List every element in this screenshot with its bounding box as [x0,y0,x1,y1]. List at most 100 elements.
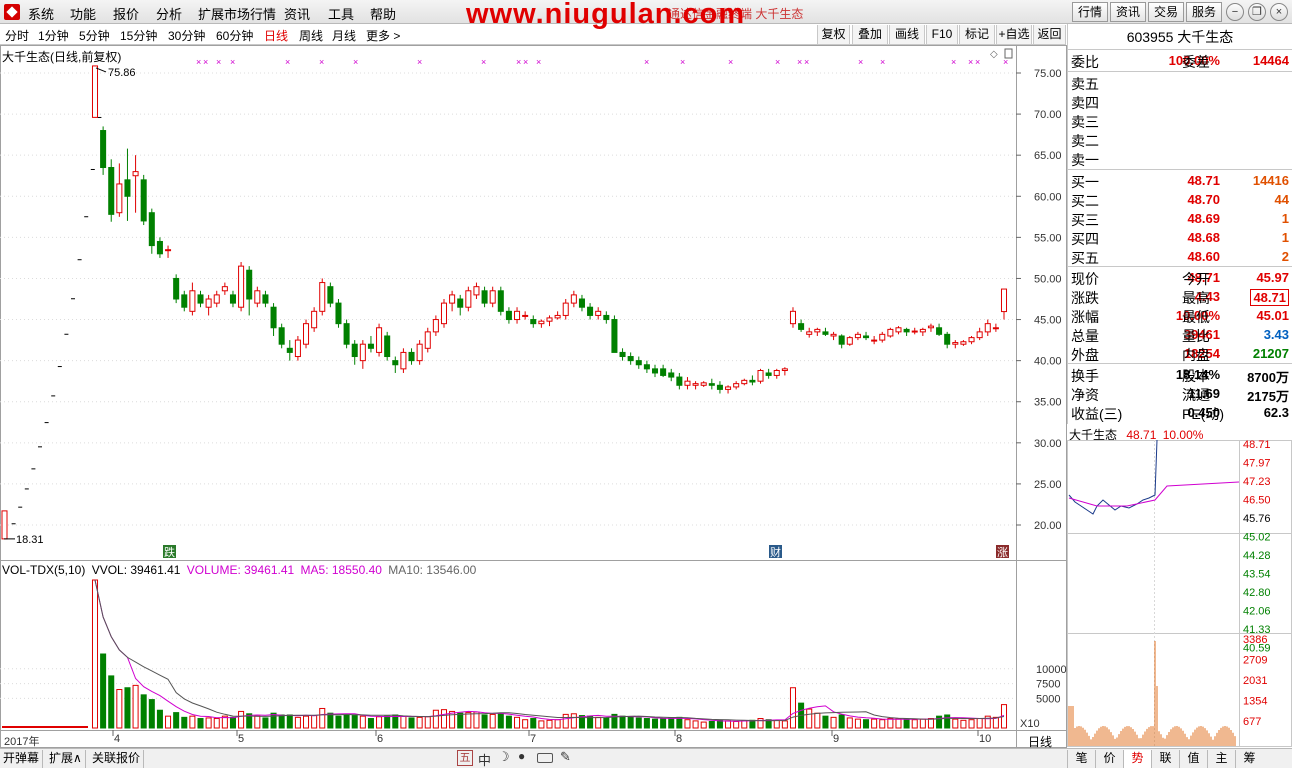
add-watchlist-button[interactable]: +自选 [996,25,1032,44]
stat-label: 外盘 [1071,347,1099,363]
mark-button[interactable]: 标记 [959,25,995,44]
side-tab-1[interactable]: 价 [1095,750,1123,768]
period-30min[interactable]: 30分钟 [168,27,205,44]
overlay-button[interactable]: 叠加 [852,25,888,44]
app-logo-icon[interactable] [4,4,20,20]
expand-button[interactable]: 扩展∧ [46,750,86,768]
volume-bar [384,715,391,729]
menu-quote[interactable]: 报价 [113,4,139,23]
stat-value-2: 45.01 [1256,308,1289,323]
candle-body [871,339,878,342]
side-tab-0[interactable]: 笔 [1067,750,1095,768]
news-button[interactable]: 资讯 [1110,2,1146,22]
candle-body [91,65,99,118]
side-tab-4[interactable]: 值 [1179,750,1207,768]
candle-body [846,337,853,345]
f10-button[interactable]: F10 [926,25,958,44]
y-tick-label: 75.00 [1034,68,1062,80]
side-tab-5[interactable]: 主 [1207,750,1235,768]
wrench-icon[interactable]: ✎ [560,749,571,765]
menu-tools[interactable]: 工具 [328,4,354,23]
candle-body [692,383,699,386]
close-icon[interactable]: × [1270,3,1288,21]
volume-bar [367,718,374,729]
period-daily[interactable]: 日线 [264,27,288,44]
event-marker: × [680,57,685,67]
draw-line-button[interactable]: 画线 [889,25,925,44]
candle-body [229,294,236,304]
candle-body [554,314,561,319]
vol-volume: VOLUME: 39461.41 [186,563,295,577]
period-1min[interactable]: 1分钟 [38,27,69,44]
candle-body [660,368,667,376]
candle-body [976,331,983,339]
volume-bar [830,716,837,729]
period-15min[interactable]: 15分钟 [120,27,157,44]
related-quote-button[interactable]: 关联报价 [89,750,145,768]
back-button[interactable]: 返回 [1033,25,1066,44]
low-label: 18.31 [16,534,44,546]
sell-5-row: 卖五 [1068,74,1292,93]
intraday-mini-chart[interactable]: 48.71 47.97 47.23 46.50 45.76 45.02 44.28 43.54… [1067,440,1292,748]
volume-bar [749,719,756,729]
buy-4-price: 48.68 [1187,230,1220,245]
volume-bar [968,719,975,729]
period-60min[interactable]: 60分钟 [216,27,253,44]
menu-analysis[interactable]: 分析 [156,4,182,23]
minimize-icon[interactable]: − [1226,3,1244,21]
volume-bar [643,718,650,729]
menu-extended-market[interactable]: 扩展市场行情 [198,4,276,23]
adjust-button[interactable]: 复权 [817,25,850,44]
fund-label: 换手 [1071,368,1099,384]
vol-scale-label: X10 [1020,718,1040,730]
service-button[interactable]: 服务 [1186,2,1222,22]
market-button[interactable]: 行情 [1072,2,1108,22]
volume-bar [108,675,115,729]
volume-bar [570,713,577,729]
period-monthly[interactable]: 月线 [332,27,356,44]
volume-bar [351,715,358,729]
volume-bar [116,689,123,729]
restore-icon[interactable]: ❐ [1248,3,1266,21]
event-marker: × [536,57,541,67]
stat-value-2: 48.71 [1250,289,1289,306]
moon-icon[interactable]: ☽ [498,749,510,765]
side-tab-2[interactable]: 势 [1123,750,1151,768]
menu-function[interactable]: 功能 [70,4,96,23]
stat-row: 外盘 18254 内盘 21207 [1068,345,1292,364]
volume-bar [595,716,602,729]
period-more[interactable]: 更多 > [366,27,400,44]
volume-bar [91,579,99,729]
side-tab-3[interactable]: 联 [1151,750,1179,768]
menu-news[interactable]: 资讯 [284,4,310,23]
fundamental-row: 收益(三) 0.450 PE(动) 62.3 [1068,404,1292,423]
kline-chart[interactable]: 75.00 70.00 65.00 60.00 55.00 50.00 45.00 40.00… [0,45,1067,748]
trade-button[interactable]: 交易 [1148,2,1184,22]
period-toolbar: 分时 1分钟 5分钟 15分钟 30分钟 60分钟 日线 周线 月线 更多 > … [0,24,1066,45]
candle-body [627,356,634,362]
volume-bar [952,718,959,729]
period-intraday[interactable]: 分时 [5,27,29,44]
menu-system[interactable]: 系统 [28,4,54,23]
candle-body [814,328,821,333]
keyboard-icon[interactable] [537,753,553,763]
period-weekly[interactable]: 周线 [299,27,323,44]
volume-bar [546,719,553,729]
candle-body [238,265,245,308]
drop-icon[interactable]: ● [518,749,525,763]
danmu-button[interactable]: 开弹幕 [0,750,44,768]
candle-body [668,372,675,378]
five-icon[interactable]: 五 [457,750,473,766]
chinese-icon[interactable]: 中 [478,750,491,769]
volume-bar [522,719,529,729]
side-tab-6[interactable]: 筹 [1235,750,1263,768]
candle-body [757,369,764,382]
period-5min[interactable]: 5分钟 [79,27,110,44]
candle-body [676,376,683,386]
stat-label: 总量 [1071,328,1099,344]
menu-help[interactable]: 帮助 [370,4,396,23]
volume-bar [838,714,845,729]
weibi-row: 委比 100.00% 委差 14464 [1068,52,1292,71]
mini-price-tick: 43.54 [1243,569,1271,581]
event-marker: × [203,57,208,67]
